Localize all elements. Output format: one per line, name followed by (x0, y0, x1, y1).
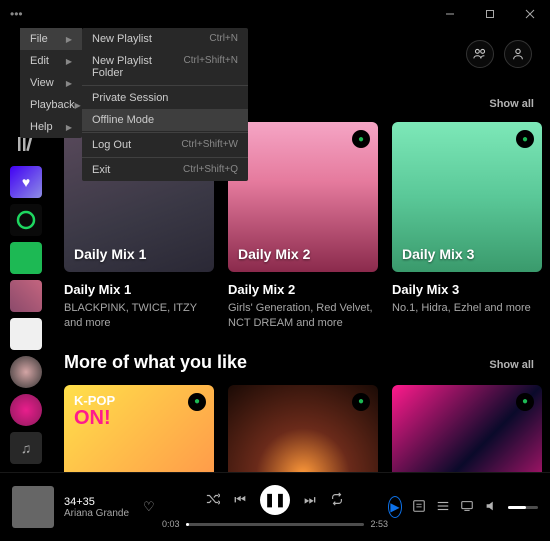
now-playing: 34+35 Ariana Grande ♡ (12, 486, 162, 528)
sidebar-local-files[interactable]: ♫ (10, 432, 42, 464)
queue-button[interactable] (436, 499, 450, 516)
track-title[interactable]: 34+35 (64, 496, 129, 508)
submenu-separator (82, 85, 248, 86)
chevron-right-icon: ▶ (66, 35, 72, 44)
card-subtitle: No.1, Hidra, Ezhel and more (392, 301, 542, 316)
like-button[interactable]: ♡ (143, 499, 155, 515)
submenu-new-playlist[interactable]: New PlaylistCtrl+N (82, 28, 248, 50)
shuffle-button[interactable] (206, 492, 220, 509)
window-controls (430, 0, 550, 28)
menu-view[interactable]: View▶ (20, 72, 82, 94)
card-row: ● K-POP ON! ● ● (56, 385, 534, 472)
maximize-button[interactable] (470, 0, 510, 28)
show-all-link[interactable]: Show all (489, 359, 534, 371)
sidebar-artist[interactable] (10, 356, 42, 388)
devices-button[interactable] (460, 499, 474, 516)
repeat-button[interactable] (330, 492, 344, 509)
section-header: More of what you like Show all (64, 352, 534, 373)
cover-label: Daily Mix 3 (402, 246, 474, 262)
minimize-button[interactable] (430, 0, 470, 28)
submenu-private-session[interactable]: Private Session (82, 87, 248, 109)
cover-label: Daily Mix 2 (238, 246, 310, 262)
lyrics-button[interactable] (412, 499, 426, 516)
next-button[interactable]: ⏭ (304, 492, 316, 508)
spotify-badge-icon: ● (516, 130, 534, 148)
time-elapsed: 0:03 (162, 519, 180, 529)
playlist-card[interactable]: ● (392, 385, 542, 472)
card-title: Daily Mix 3 (392, 282, 542, 297)
previous-button[interactable]: ⏮ (234, 492, 246, 508)
cover-label: Daily Mix 1 (74, 246, 146, 262)
submenu-offline-mode[interactable]: Offline Mode (82, 109, 248, 131)
spotify-badge-icon: ● (352, 393, 370, 411)
submenu-separator (82, 132, 248, 133)
submenu-exit[interactable]: ExitCtrl+Shift+Q (82, 159, 248, 181)
submenu-separator (82, 157, 248, 158)
card-cover: ● Daily Mix 2 (228, 122, 378, 272)
chevron-right-icon: ▶ (66, 79, 72, 88)
playlist-card[interactable]: ● K-POP ON! (64, 385, 214, 472)
menu-playback[interactable]: Playback▶ (20, 94, 82, 116)
card-subtitle: Girls' Generation, Red Velvet, NCT DREAM… (228, 301, 378, 332)
sidebar-playlist[interactable] (10, 242, 42, 274)
card-cover: ● (392, 385, 542, 472)
menu-help[interactable]: Help▶ (20, 116, 82, 138)
player-right-controls: ▶ (388, 496, 538, 518)
top-right-controls (466, 40, 532, 68)
spotify-badge-icon: ● (352, 130, 370, 148)
progress-bar[interactable] (186, 523, 365, 526)
now-playing-view-button[interactable]: ▶ (388, 496, 402, 518)
cover-text: K-POP (74, 393, 115, 408)
file-submenu: New PlaylistCtrl+N New Playlist FolderCt… (82, 28, 248, 181)
player-bar: 34+35 Ariana Grande ♡ ⏮ ❚❚ ⏭ 0:03 2:53 ▶ (0, 472, 550, 541)
submenu-log-out[interactable]: Log OutCtrl+Shift+W (82, 134, 248, 156)
close-button[interactable] (510, 0, 550, 28)
menu-file[interactable]: File▶ (20, 28, 82, 50)
card-subtitle: BLACKPINK, TWICE, ITZY and more (64, 301, 214, 332)
track-artwork[interactable] (12, 486, 54, 528)
play-pause-button[interactable]: ❚❚ (260, 485, 290, 515)
volume-slider[interactable] (508, 506, 538, 509)
chevron-right-icon: ▶ (66, 123, 72, 132)
spotify-badge-icon: ● (516, 393, 534, 411)
sidebar-playlist[interactable] (10, 204, 42, 236)
show-all-link[interactable]: Show all (489, 98, 534, 110)
player-controls: ⏮ ❚❚ ⏭ 0:03 2:53 (162, 485, 388, 529)
friends-button[interactable] (466, 40, 494, 68)
liked-songs[interactable]: ♥ (10, 166, 42, 198)
daily-mix-2-card[interactable]: ● Daily Mix 2 Daily Mix 2 Girls' Generat… (228, 122, 378, 332)
chevron-right-icon: ▶ (75, 101, 81, 110)
menu-edit[interactable]: Edit▶ (20, 50, 82, 72)
time-total: 2:53 (370, 519, 388, 529)
playlist-card[interactable]: ● (228, 385, 378, 472)
chevron-right-icon: ▶ (66, 57, 72, 66)
section-title[interactable]: More of what you like (64, 352, 247, 373)
menubar: File▶ Edit▶ View▶ Playback▶ Help▶ (20, 28, 82, 138)
card-cover: ● (228, 385, 378, 472)
app-menu-dots[interactable]: ••• (0, 7, 23, 21)
cover-text: ON! (74, 407, 111, 430)
daily-mix-3-card[interactable]: ● Daily Mix 3 Daily Mix 3 No.1, Hidra, E… (392, 122, 542, 332)
card-cover: ● Daily Mix 3 (392, 122, 542, 272)
spotify-badge-icon: ● (188, 393, 206, 411)
sidebar-playlist[interactable] (10, 318, 42, 350)
profile-button[interactable] (504, 40, 532, 68)
volume-icon[interactable] (484, 499, 498, 516)
titlebar: ••• (0, 0, 550, 28)
sidebar-artist[interactable] (10, 394, 42, 426)
sidebar-playlist[interactable] (10, 280, 42, 312)
card-cover: ● K-POP ON! (64, 385, 214, 472)
track-artist[interactable]: Ariana Grande (64, 508, 129, 519)
card-title: Daily Mix 2 (228, 282, 378, 297)
submenu-new-playlist-folder[interactable]: New Playlist FolderCtrl+Shift+N (82, 50, 248, 84)
card-title: Daily Mix 1 (64, 282, 214, 297)
